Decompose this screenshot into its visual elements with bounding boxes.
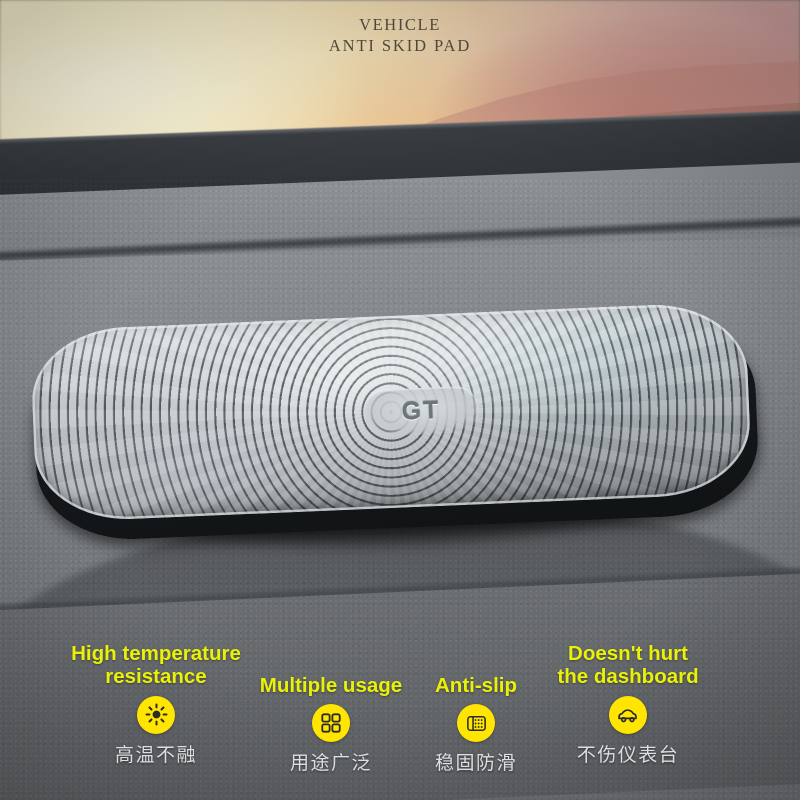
- feature-chinese-label: 用途广泛: [289, 753, 372, 775]
- grid-four-squares-icon: [312, 704, 350, 743]
- header-title: VEHICLE ANTI SKID PAD: [0, 14, 800, 57]
- feature-chinese-label: 不伤仪表台: [576, 744, 680, 766]
- grid-four-squares-icon-glyph: [321, 713, 341, 733]
- feature-english-line-1: High temperature: [71, 642, 241, 665]
- product-marketing-image: VEHICLE ANTI SKID PAD GT High temperatur…: [0, 0, 800, 800]
- pad-logo-text: GT: [401, 395, 441, 426]
- header-line-1: VEHICLE: [359, 15, 441, 34]
- feature-english-label: Anti-slip: [414, 674, 538, 697]
- pad-logo-emboss: GT: [362, 385, 480, 437]
- feature-anti-slip: Anti-slip 稳固防滑: [414, 674, 538, 775]
- textured-pad-icon-glyph: [466, 715, 486, 731]
- feature-english-label: High temperature resistance: [40, 642, 272, 689]
- feature-multiple-usage: Multiple usage 用途广泛: [240, 674, 422, 775]
- feature-chinese-label: 高温不融: [114, 744, 197, 766]
- feature-english-line-1: Doesn't hurt: [568, 642, 688, 665]
- feature-chinese-label: 稳固防滑: [434, 753, 517, 775]
- feature-english-label: Multiple usage: [240, 674, 422, 697]
- textured-pad-icon: [457, 704, 495, 743]
- car-icon-glyph: [618, 709, 637, 723]
- feature-english-line-1: Multiple usage: [259, 674, 403, 697]
- sun-icon: [137, 695, 175, 734]
- feature-list: High temperature resistance 高温不融 Multipl…: [0, 642, 800, 800]
- feature-english-line-1: Anti-slip: [435, 674, 517, 697]
- feature-english-line-2: resistance: [105, 665, 207, 689]
- anti-skid-pad-product: GT: [29, 301, 763, 560]
- feature-high-temperature-resistance: High temperature resistance 高温不融: [40, 642, 272, 767]
- car-icon: [609, 695, 647, 734]
- feature-doesnt-hurt-dashboard: Doesn't hurt the dashboard 不伤仪表台: [530, 642, 726, 767]
- sun-icon-glyph: [145, 703, 167, 726]
- feature-english-line-2: the dashboard: [557, 665, 699, 689]
- header-line-2: ANTI SKID PAD: [328, 36, 472, 56]
- feature-english-label: Doesn't hurt the dashboard: [530, 642, 726, 689]
